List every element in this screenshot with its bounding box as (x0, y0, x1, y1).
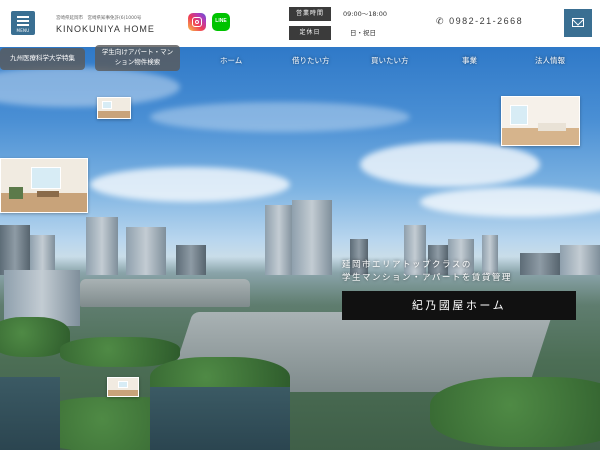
student-property-search-link[interactable]: 学生向けアパート・マンション物件検索 (95, 45, 180, 71)
mail-icon (572, 18, 584, 27)
holiday-value: 日・祝日 (350, 29, 376, 37)
phone-number[interactable]: ✆ 0982-21-2668 (436, 16, 523, 27)
cloud (0, 67, 180, 107)
logo-name: KINOKUNIYA HOME (56, 24, 155, 34)
hamburger-icon (17, 16, 29, 28)
stadium-roof (80, 279, 250, 307)
nav-buy[interactable]: 買いたい方 (371, 55, 409, 66)
nav-company-info[interactable]: 法人情報 (535, 55, 565, 66)
menu-label: MENU (16, 28, 30, 33)
hero-catch-line-2: 学生マンション・アパートを賃貸管理 (342, 273, 512, 283)
room-photo-living (0, 158, 88, 213)
hero-section: 延岡市エリアトップクラスの 学生マンション・アパートを賃貸管理 (0, 47, 600, 450)
line-icon[interactable]: LINE (212, 13, 230, 31)
phone-number-text: 0982-21-2668 (449, 16, 524, 26)
site-logo[interactable]: 宮崎県延岡市 宮崎県知事免許(6)1000号 KINOKUNIYA HOME (56, 15, 155, 34)
nav-rent[interactable]: 借りたい方 (292, 55, 330, 66)
instagram-icon[interactable] (188, 13, 206, 31)
hero-brand-box: 紀乃國屋ホーム (342, 291, 576, 320)
business-hours-label: 営業時間 (289, 7, 331, 21)
hero-catch-line-1: 延岡市エリアトップクラスの (342, 260, 472, 270)
logo-tagline: 宮崎県延岡市 宮崎県知事免許(6)1000号 (56, 16, 142, 21)
business-hours-value: 09:00～18:00 (343, 10, 387, 18)
holiday-label: 定休日 (289, 26, 331, 40)
river (150, 387, 290, 450)
room-photo-bedroom (501, 96, 580, 146)
nav-home[interactable]: ホーム (220, 55, 242, 66)
room-photo-small (107, 377, 139, 397)
cloud (360, 142, 540, 187)
line-icon-label: LINE (215, 18, 227, 24)
menu-button[interactable]: MENU (11, 11, 35, 35)
nav-business[interactable]: 事業 (462, 55, 477, 66)
phone-icon: ✆ (436, 16, 446, 26)
road (0, 377, 60, 450)
cloud (150, 102, 410, 132)
room-photo-thumbnail (97, 97, 131, 119)
medical-university-feature-link[interactable]: 九州医療科学大学特集 (0, 48, 85, 70)
trees (60, 337, 180, 367)
site-header: MENU 宮崎県延岡市 宮崎県知事免許(6)1000号 KINOKUNIYA H… (0, 0, 600, 47)
city-skyline (0, 200, 600, 275)
trees (430, 377, 600, 447)
contact-mail-button[interactable] (564, 9, 592, 37)
cloud (90, 167, 290, 202)
